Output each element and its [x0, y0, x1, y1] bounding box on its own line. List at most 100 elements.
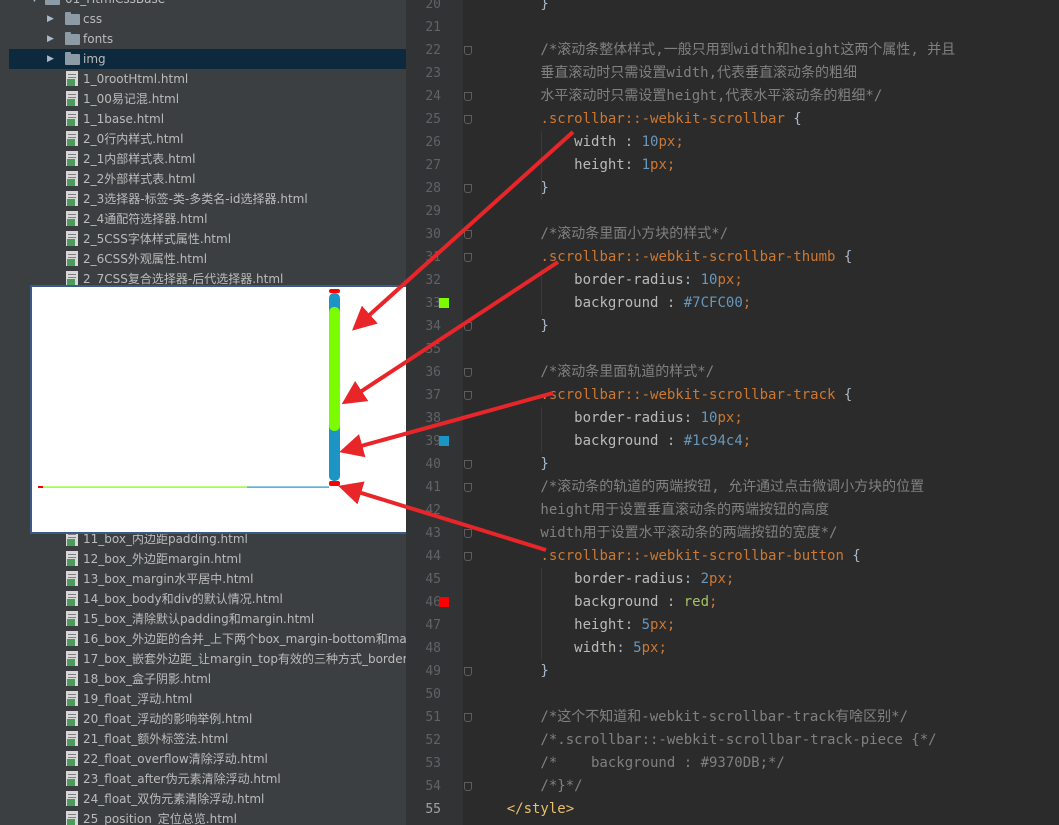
fold-marker-icon[interactable] [464, 552, 472, 561]
fold-marker-icon[interactable] [464, 115, 472, 124]
tree-file-item[interactable]: 2_5CSS字体样式属性.html [9, 229, 406, 249]
html-file-icon [66, 171, 80, 186]
fold-marker-icon[interactable] [464, 92, 472, 101]
tree-item-label: 20_float_浮动的影响举例.html [83, 712, 253, 726]
fold-marker-icon[interactable] [464, 483, 472, 492]
code-line: height用于设置垂直滚动条的两端按钮的高度 [473, 502, 830, 518]
tree-file-item[interactable]: 25_position_定位总览.html [9, 809, 406, 825]
vertical-scrollbar-thumb[interactable] [329, 307, 340, 431]
fold-marker-icon[interactable] [464, 460, 472, 469]
fold-marker-icon[interactable] [464, 368, 472, 377]
horizontal-scrollbar-thumb[interactable] [43, 486, 247, 488]
line-number: 50 [425, 687, 441, 702]
tree-file-item[interactable]: 23_float_after伪元素清除浮动.html [9, 769, 406, 789]
collapse-arrow-icon[interactable]: ▶ [47, 49, 54, 69]
tree-file-item[interactable]: 22_float_overflow清除浮动.html [9, 749, 406, 769]
html-file-icon [66, 791, 80, 806]
tree-folder-css[interactable]: ▶ css [9, 9, 406, 29]
fold-marker-icon[interactable] [464, 391, 472, 400]
fold-marker-icon[interactable] [464, 782, 472, 791]
line-number: 30 [425, 227, 441, 242]
html-file-icon [66, 71, 80, 86]
html-file-icon [66, 571, 80, 586]
code-line: </style> [506, 801, 575, 817]
fold-marker-icon[interactable] [464, 230, 472, 239]
line-number: 33 [425, 296, 441, 311]
tree-file-item[interactable]: 16_box_外边距的合并_上下两个box_margin-bottom和mar [9, 629, 406, 649]
code-line: border-radius: 10px; [574, 272, 743, 288]
vertical-scrollbar-bottom-button[interactable] [329, 481, 340, 486]
fold-marker-icon[interactable] [464, 667, 472, 676]
tree-file-item[interactable]: 13_box_margin水平居中.html [9, 569, 406, 589]
color-preview-swatch[interactable] [439, 597, 449, 607]
code-line: width: 5px; [574, 640, 667, 656]
tree-file-item[interactable]: 1_00易记混.html [9, 89, 406, 109]
tree-folder-fonts[interactable]: ▶ fonts [9, 29, 406, 49]
line-number: 20 [425, 0, 441, 12]
tree-item-label: 21_float_额外标签法.html [83, 732, 229, 746]
code-line: 水平滚动时只需设置height,代表水平滚动条的粗细*/ [473, 88, 883, 104]
code-editor[interactable]: 20 21 22 23 24 25 26 27 28 29 30 31 32 33 34 35 36 37 38 39… [406, 0, 1059, 825]
tree-file-item[interactable]: 2_0行内样式.html [9, 129, 406, 149]
tree-item-label: 16_box_外边距的合并_上下两个box_margin-bottom和mar [83, 632, 406, 646]
fold-marker-icon[interactable] [464, 322, 472, 331]
indent-guide [541, 568, 542, 660]
expand-arrow-icon[interactable]: ▼ [31, 0, 38, 9]
code-line: } [473, 0, 549, 12]
line-number: 25 [425, 112, 441, 127]
fold-marker-icon[interactable] [464, 529, 472, 538]
html-file-icon [66, 151, 80, 166]
tree-file-item[interactable]: 2_2外部样式表.html [9, 169, 406, 189]
fold-marker-icon[interactable] [464, 713, 472, 722]
html-file-icon [66, 551, 80, 566]
tree-file-item[interactable]: 1_0rootHtml.html [9, 69, 406, 89]
fold-marker-icon[interactable] [464, 184, 472, 193]
tree-file-item[interactable]: 20_float_浮动的影响举例.html [9, 709, 406, 729]
tree-item-label: 15_box_清除默认padding和margin.html [83, 612, 315, 626]
code-line: height: 1px; [574, 157, 676, 173]
code-area[interactable]: } /*滚动条整体样式,一般只用到width和height这两个属性, 并且 垂… [473, 0, 1059, 825]
folder-icon [65, 52, 80, 65]
fold-marker-icon[interactable] [464, 253, 472, 262]
html-file-icon [66, 111, 80, 126]
code-line: /*.scrollbar::-webkit-scrollbar-track-pi… [473, 732, 937, 748]
code-line: border-radius: 10px; [574, 410, 743, 426]
tree-file-item[interactable]: 17_box_嵌套外边距_让margin_top有效的三种方式_border- [9, 649, 406, 669]
tree-file-item[interactable]: 1_1base.html [9, 109, 406, 129]
line-number: 36 [425, 365, 441, 380]
html-file-icon [66, 231, 80, 246]
line-number: 46 [425, 595, 441, 610]
tree-file-item[interactable]: 12_box_外边距margin.html [9, 549, 406, 569]
line-number: 37 [425, 388, 441, 403]
color-preview-swatch[interactable] [439, 298, 449, 308]
tree-file-item[interactable]: 2_3选择器-标签-类-多类名-id选择器.html [9, 189, 406, 209]
collapse-arrow-icon[interactable]: ▶ [47, 29, 54, 49]
tree-item-label: fonts [83, 32, 114, 46]
tree-file-item[interactable]: 18_box_盒子阴影.html [9, 669, 406, 689]
tree-folder-project-root[interactable]: ▼ 01_HtmlCssBase [9, 0, 406, 9]
html-file-icon [66, 811, 80, 825]
code-line: /* background : #9370DB;*/ [473, 755, 785, 771]
code-line: } [473, 663, 549, 679]
tree-file-item[interactable]: 15_box_清除默认padding和margin.html [9, 609, 406, 629]
tree-file-item[interactable]: 24_float_双伪元素清除浮动.html [9, 789, 406, 809]
tree-file-item[interactable]: 2_1内部样式表.html [9, 149, 406, 169]
tree-file-item[interactable]: 2_4通配符选择器.html [9, 209, 406, 229]
fold-marker-icon[interactable] [464, 46, 472, 55]
tree-item-label: css [83, 12, 103, 26]
line-number: 42 [425, 503, 441, 518]
line-number: 39 [425, 434, 441, 449]
horizontal-scrollbar-left-button[interactable] [38, 486, 43, 488]
html-file-icon [66, 211, 80, 226]
tree-file-item[interactable]: 14_box_body和div的默认情况.html [9, 589, 406, 609]
tree-file-item[interactable]: 2_6CSS外观属性.html [9, 249, 406, 269]
indent-guide [541, 131, 542, 200]
tree-folder-img[interactable]: ▶ img [9, 49, 406, 69]
collapse-arrow-icon[interactable]: ▶ [47, 9, 54, 29]
tree-file-item[interactable]: 21_float_额外标签法.html [9, 729, 406, 749]
tree-file-item[interactable]: 19_float_浮动.html [9, 689, 406, 709]
color-preview-swatch[interactable] [439, 436, 449, 446]
code-line: /*这个不知道和-webkit-scrollbar-track有啥区别*/ [473, 709, 909, 725]
vertical-scrollbar-top-button[interactable] [329, 289, 340, 293]
line-number: 22 [425, 43, 441, 58]
